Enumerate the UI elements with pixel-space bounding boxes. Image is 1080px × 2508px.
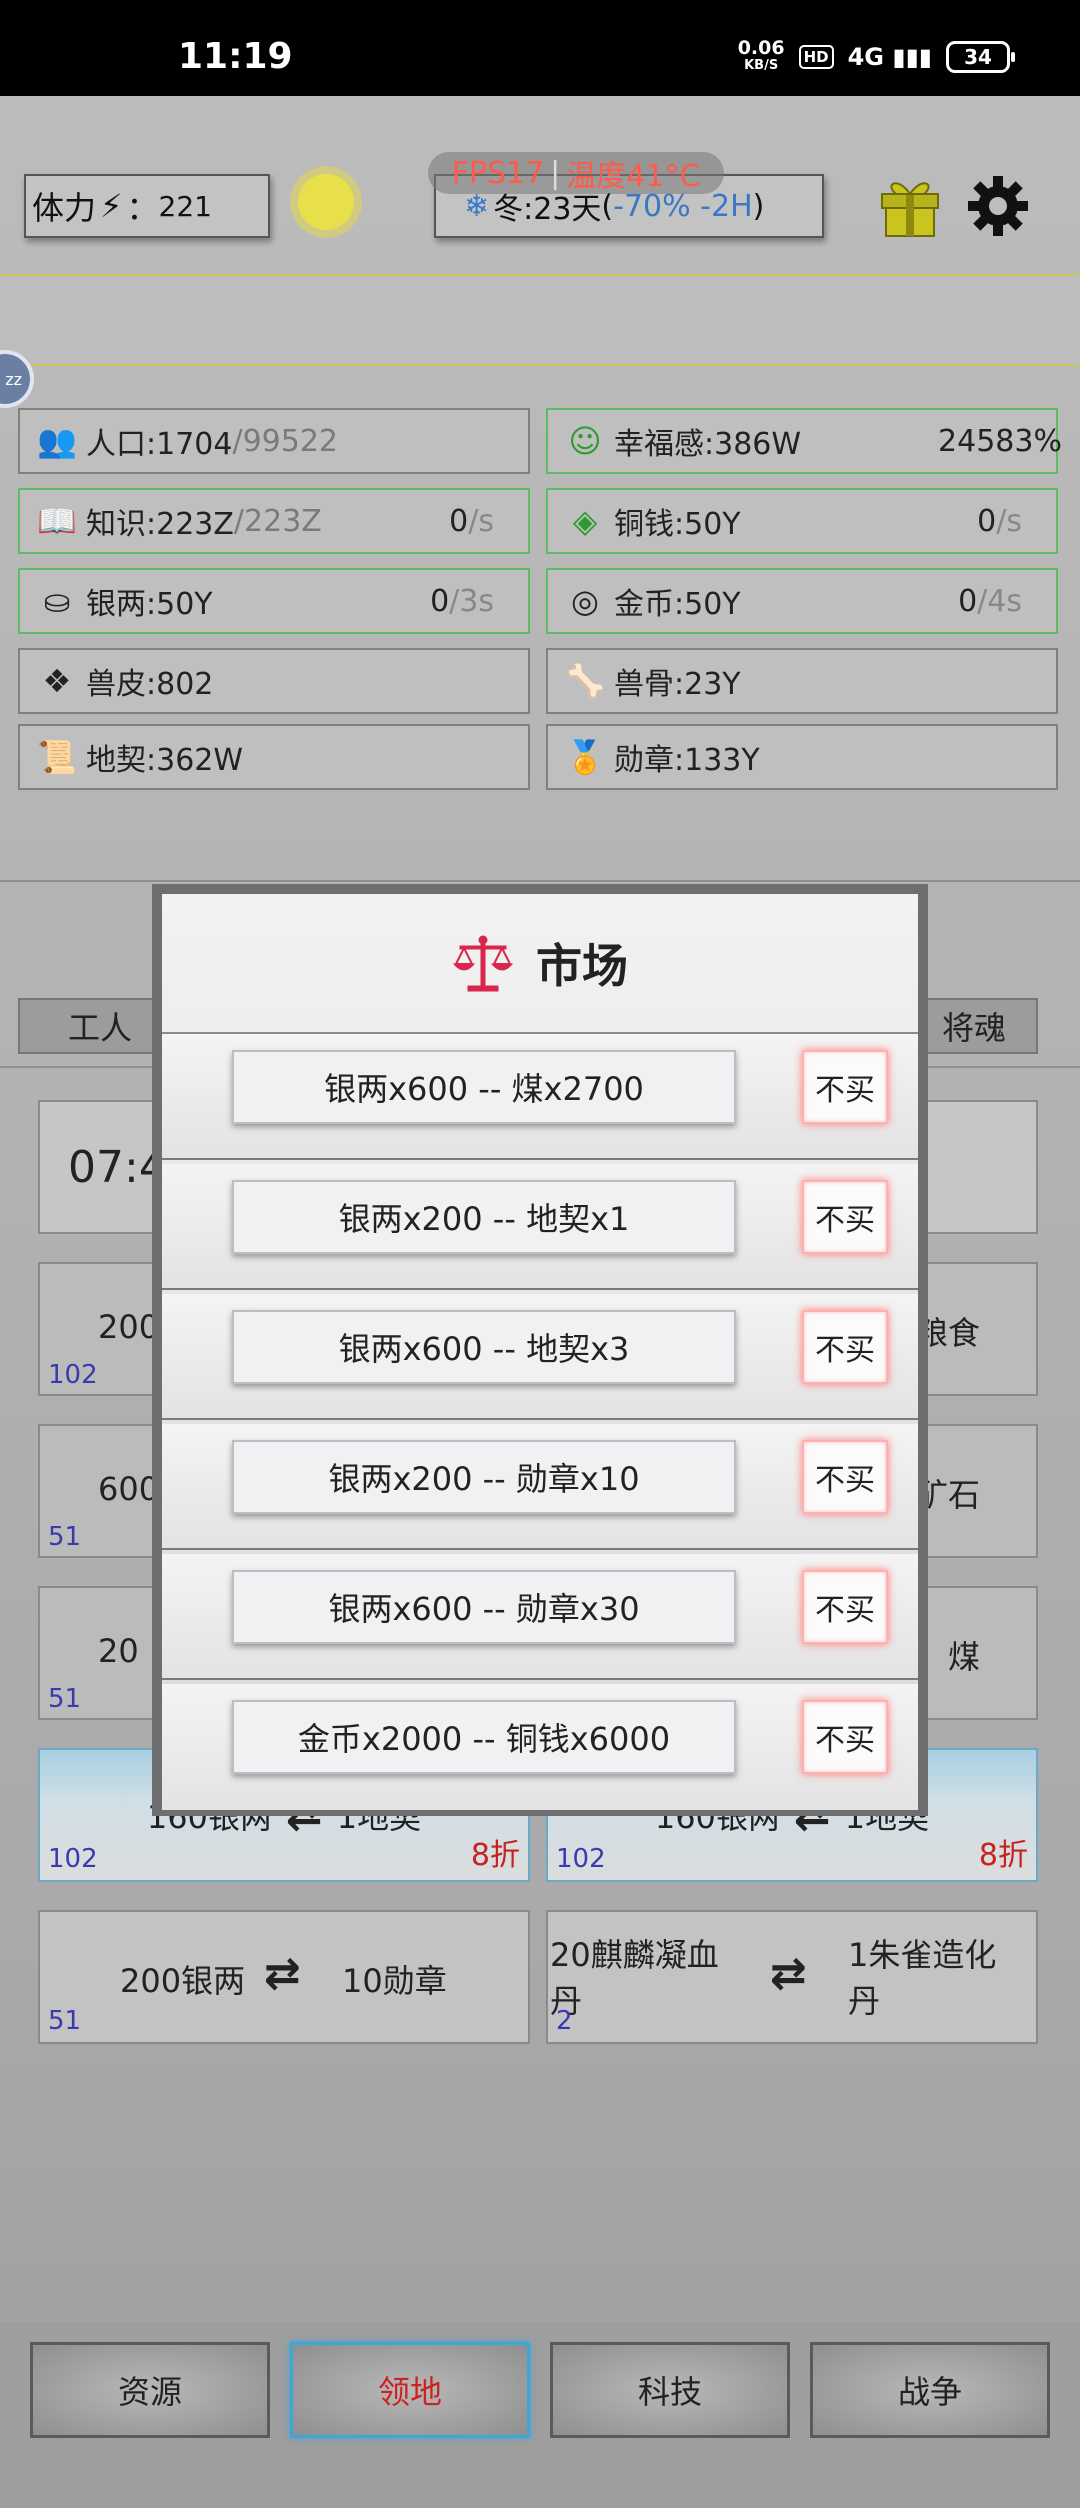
stamina-label: 体力 <box>32 189 97 227</box>
lightning-icon: ⚡ <box>100 187 123 225</box>
battery-icon: 34 <box>946 41 1015 73</box>
resource-knowledge: 📖 知识:223Z/223Z 0/s <box>18 488 530 554</box>
scroll-icon: 📜 <box>37 738 77 776</box>
offer-label: 金币x2000 -- 铜钱x6000 <box>232 1700 736 1774</box>
offer-label: 银两x200 -- 地契x1 <box>232 1180 736 1254</box>
market-offer-row: 银两x200 -- 地契x1 不买 <box>162 1164 918 1290</box>
swap-icon: ⇄ <box>264 1948 301 1999</box>
resource-population: 👥 人口:1704/99522 <box>18 408 530 474</box>
status-bar: 11:19 0.06 KB/S HD 4G ▮▮▮ 34 <box>0 0 1080 96</box>
nav-tech[interactable]: 科技 <box>550 2342 790 2438</box>
resource-gold: ◎ 金币:50Y 0/4s <box>546 568 1058 634</box>
trade-card[interactable]: 200银两 ⇄ 10勋章 51 <box>38 1910 530 2044</box>
resource-hide: ❖ 兽皮:802 <box>18 648 530 714</box>
offer-label: 银两x600 -- 煤x2700 <box>232 1050 736 1124</box>
offer-label: 银两x600 -- 地契x3 <box>232 1310 736 1384</box>
market-title: 市场 <box>536 939 628 993</box>
smile-icon: ☺ <box>568 422 602 460</box>
stamina-value: 221 <box>158 189 212 223</box>
decline-button[interactable]: 不买 <box>802 1440 888 1514</box>
gear-icon[interactable] <box>966 174 1030 238</box>
market-offer-row: 银两x600 -- 煤x2700 不买 <box>162 1034 918 1160</box>
market-header: 市场 <box>162 894 918 1034</box>
offer-label: 银两x600 -- 勋章x30 <box>232 1570 736 1644</box>
copper-coin-icon: ◈ <box>572 502 598 540</box>
sun-icon <box>298 174 354 230</box>
offer-label: 银两x200 -- 勋章x10 <box>232 1440 736 1514</box>
discount-badge: 8折 <box>470 1838 520 1873</box>
resource-bone: 🦴 兽骨:23Y <box>546 648 1058 714</box>
market-offer-row: 银两x600 -- 勋章x30 不买 <box>162 1554 918 1680</box>
status-time: 11:19 <box>178 36 293 77</box>
hd-icon: HD <box>798 45 834 69</box>
resource-deed: 📜 地契:362W <box>18 724 530 790</box>
medal-icon: 🏅 <box>565 738 605 776</box>
stamina-box[interactable]: 体力 ⚡ ： 221 <box>24 174 270 238</box>
info-banner <box>0 274 1080 366</box>
fps-value: FPS17 <box>451 155 545 191</box>
market-offer-row: 银两x600 -- 地契x3 不买 <box>162 1294 918 1420</box>
gift-icon[interactable] <box>878 172 942 238</box>
gold-coin-icon: ◎ <box>571 582 599 620</box>
decline-button[interactable]: 不买 <box>802 1180 888 1254</box>
silver-ingot-icon: ⛀ <box>43 582 71 620</box>
signal-icon: 4G ▮▮▮ <box>847 43 932 71</box>
nav-territory[interactable]: 领地 <box>290 2342 530 2438</box>
fps-overlay: FPS17 | 温度41°C <box>428 152 724 194</box>
swap-icon: ⇄ <box>770 1948 807 1999</box>
market-dialog: 市场 银两x600 -- 煤x2700 不买 银两x200 -- 地契x1 不买… <box>152 884 928 1816</box>
resource-medal: 🏅 勋章:133Y <box>546 724 1058 790</box>
market-offer-row: 银两x200 -- 勋章x10 不买 <box>162 1424 918 1550</box>
decline-button[interactable]: 不买 <box>802 1570 888 1644</box>
net-speed: 0.06 KB/S <box>737 37 785 74</box>
game-screen: 体力 ⚡ ： 221 ❄ 冬:23天 ( -70% -2H ) FPS17 | … <box>0 96 1080 2508</box>
decline-button[interactable]: 不买 <box>802 1700 888 1774</box>
decline-button[interactable]: 不买 <box>802 1050 888 1124</box>
trade-card[interactable]: 20麒麟凝血丹 ⇄ 1朱雀造化丹 2 <box>546 1910 1038 2044</box>
scale-icon <box>452 935 514 992</box>
resource-copper: ◈ 铜钱:50Y 0/s <box>546 488 1058 554</box>
people-icon: 👥 <box>37 422 77 460</box>
resource-silver: ⛀ 银两:50Y 0/3s <box>18 568 530 634</box>
market-offer-row: 金币x2000 -- 铜钱x6000 不买 <box>162 1684 918 1810</box>
decline-button[interactable]: 不买 <box>802 1310 888 1384</box>
nav-resources[interactable]: 资源 <box>30 2342 270 2438</box>
temperature-value: 温度41°C <box>566 159 701 194</box>
status-icons: 0.06 KB/S HD 4G ▮▮▮ 34 <box>737 37 1015 74</box>
discount-badge: 8折 <box>978 1838 1028 1873</box>
resource-happiness: ☺ 幸福感:386W 24583% <box>546 408 1062 474</box>
hide-icon: ❖ <box>42 662 72 700</box>
book-icon: 📖 <box>37 502 77 540</box>
bone-icon: 🦴 <box>565 662 605 700</box>
nav-war[interactable]: 战争 <box>810 2342 1050 2438</box>
tab-soul[interactable]: 将魂 <box>910 998 1038 1054</box>
